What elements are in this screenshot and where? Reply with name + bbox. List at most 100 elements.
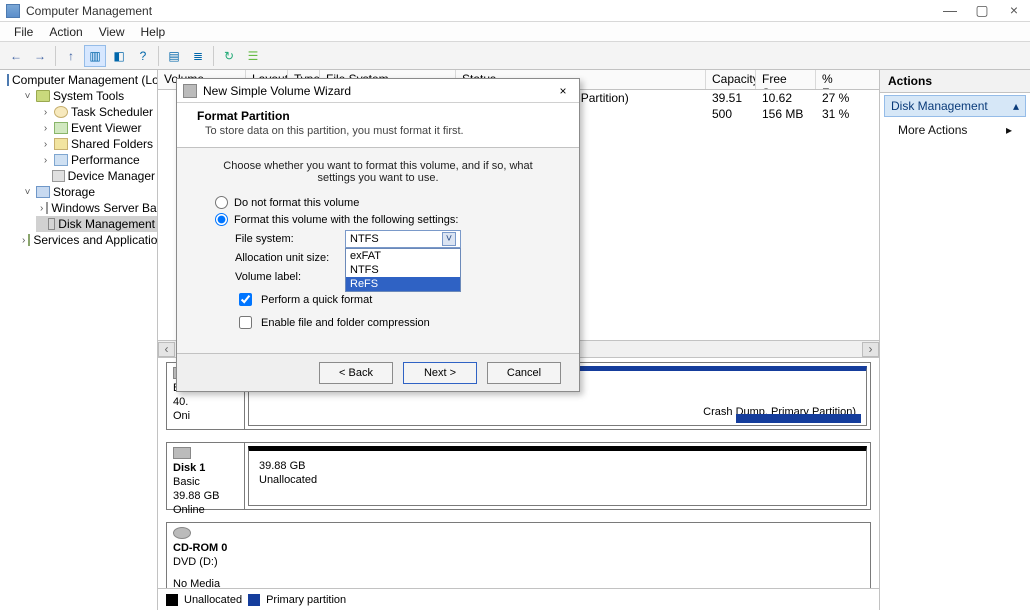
cdrom-block[interactable]: CD-ROM 0 DVD (D:) No Media: [166, 522, 871, 588]
nav-forward-button[interactable]: [29, 45, 51, 67]
wizard-prompt: Choose whether you want to format this v…: [203, 160, 553, 184]
settings-button[interactable]: [242, 45, 264, 67]
show-tree-button[interactable]: [84, 45, 106, 67]
tree-event-viewer[interactable]: ›Event Viewer: [36, 120, 157, 136]
tree-label: System Tools: [53, 89, 124, 103]
partition-size: 39.88 GB: [259, 459, 856, 473]
radio-noformat[interactable]: [215, 196, 228, 209]
next-button[interactable]: Next >: [403, 362, 477, 384]
compression-checkbox[interactable]: Enable file and folder compression: [235, 313, 553, 332]
nav-back-button[interactable]: [5, 45, 27, 67]
menu-file[interactable]: File: [6, 22, 41, 42]
cancel-button[interactable]: Cancel: [487, 362, 561, 384]
quick-format-checkbox[interactable]: Perform a quick format: [235, 290, 553, 309]
back-button[interactable]: < Back: [319, 362, 393, 384]
refresh-button[interactable]: [218, 45, 240, 67]
expand-icon[interactable]: ›: [40, 123, 51, 134]
tree-root-node[interactable]: Computer Management (Local): [0, 72, 157, 88]
wizard-footer: < Back Next > Cancel: [177, 353, 579, 391]
grid-icon: [168, 49, 179, 63]
dropdown-item-ntfs[interactable]: NTFS: [346, 263, 460, 277]
legend-swatch-unallocated: [166, 594, 178, 606]
gear-icon: [248, 49, 259, 63]
dropdown-item-exfat[interactable]: exFAT: [346, 249, 460, 263]
scroll-left-button[interactable]: ‹: [158, 342, 175, 357]
scheduler-icon: [54, 106, 68, 118]
storage-icon: [36, 186, 50, 198]
minimize-button[interactable]: —: [934, 0, 966, 22]
expand-icon[interactable]: ›: [40, 155, 51, 166]
menu-view[interactable]: View: [91, 22, 133, 42]
tree-label: Performance: [71, 153, 140, 167]
mmc-icon: [7, 74, 9, 86]
expand-icon[interactable]: ›: [40, 203, 43, 214]
wizard-titlebar[interactable]: New Simple Volume Wizard ×: [177, 79, 579, 103]
help-button[interactable]: [132, 45, 154, 67]
col-pfree[interactable]: % Free: [816, 70, 858, 89]
close-button[interactable]: ×: [998, 0, 1030, 22]
tree-label: Device Manager: [68, 169, 155, 183]
services-icon: [28, 234, 30, 246]
performance-icon: [54, 154, 68, 166]
menu-action[interactable]: Action: [41, 22, 90, 42]
tree-performance[interactable]: › Performance: [36, 152, 157, 168]
disk1-unallocated[interactable]: 39.88 GB Unallocated: [248, 446, 867, 506]
expand-icon[interactable]: ›: [40, 139, 51, 150]
chevron-down-icon[interactable]: ˅: [442, 232, 456, 246]
tree-label: Shared Folders: [71, 137, 153, 151]
tools-icon: [36, 90, 50, 102]
properties-button[interactable]: [108, 45, 130, 67]
maximize-button[interactable]: ▢: [966, 0, 998, 22]
disk1-block[interactable]: Disk 1 Basic 39.88 GB Online 39.88 GB Un…: [166, 442, 871, 510]
actions-more[interactable]: More Actions ▸: [880, 119, 1030, 141]
radio-format[interactable]: [215, 213, 228, 226]
wizard-close-button[interactable]: ×: [553, 82, 573, 100]
scroll-right-button[interactable]: ›: [862, 342, 879, 357]
filesystem-dropdown[interactable]: exFAT NTFS ReFS: [345, 248, 461, 292]
menu-help[interactable]: Help: [133, 22, 174, 42]
collapse-icon[interactable]: ˅: [22, 187, 33, 198]
checkbox-quick[interactable]: [239, 293, 252, 306]
expand-icon[interactable]: ›: [40, 107, 51, 118]
wizard-icon: [183, 84, 197, 98]
combo-value: NTFS: [350, 233, 379, 245]
toolbar-separator: [158, 46, 159, 66]
arrow-up-icon: [68, 49, 74, 63]
disk-header: CD-ROM 0 DVD (D:) No Media: [167, 523, 245, 588]
col-capacity[interactable]: Capacity: [706, 70, 756, 89]
filesystem-combo[interactable]: NTFS ˅ exFAT NTFS ReFS: [345, 230, 461, 248]
tree-label: Windows Server Backup: [51, 201, 158, 215]
disk-legend: Unallocated Primary partition: [158, 588, 879, 610]
actions-disk-management[interactable]: Disk Management ▴: [884, 95, 1026, 117]
collapse-icon[interactable]: ˅: [22, 91, 33, 102]
opt-format[interactable]: Format this volume with the following se…: [215, 213, 553, 226]
up-level-button[interactable]: [60, 45, 82, 67]
actions-title: Disk Management: [891, 99, 988, 113]
window-title: Computer Management: [26, 0, 934, 22]
col-freespace[interactable]: Free Space: [756, 70, 816, 89]
checkbox-compress[interactable]: [239, 316, 252, 329]
radio-label: Do not format this volume: [234, 197, 359, 209]
navigation-tree[interactable]: Computer Management (Local) ˅ System Too…: [0, 70, 158, 610]
refresh-icon: [224, 49, 234, 63]
view-bottom-button[interactable]: [187, 45, 209, 67]
tree-device-manager[interactable]: Device Manager: [36, 168, 157, 184]
disk-icon: [173, 447, 191, 459]
cell-pfree: 31 %: [816, 106, 858, 122]
cell-capacity: 500 MB: [706, 106, 756, 122]
tree-services-apps[interactable]: › Services and Applications: [18, 232, 157, 248]
toolbar: [0, 42, 1030, 70]
tree-server-backup[interactable]: › Windows Server Backup: [36, 200, 157, 216]
tree-disk-management[interactable]: Disk Management: [36, 216, 157, 232]
tree-task-scheduler[interactable]: › Task Scheduler: [36, 104, 157, 120]
expand-icon[interactable]: ›: [22, 235, 25, 246]
opt-do-not-format[interactable]: Do not format this volume: [215, 196, 553, 209]
tree-storage[interactable]: ˅ Storage: [18, 184, 157, 200]
tree-label: Disk Management: [58, 217, 155, 231]
tree-shared-folders[interactable]: › Shared Folders: [36, 136, 157, 152]
dropdown-item-refs[interactable]: ReFS: [346, 277, 460, 291]
cell-free: 156 MB: [756, 106, 816, 122]
tree-system-tools[interactable]: ˅ System Tools: [18, 88, 157, 104]
tree-label: Task Scheduler: [71, 105, 153, 119]
view-top-button[interactable]: [163, 45, 185, 67]
